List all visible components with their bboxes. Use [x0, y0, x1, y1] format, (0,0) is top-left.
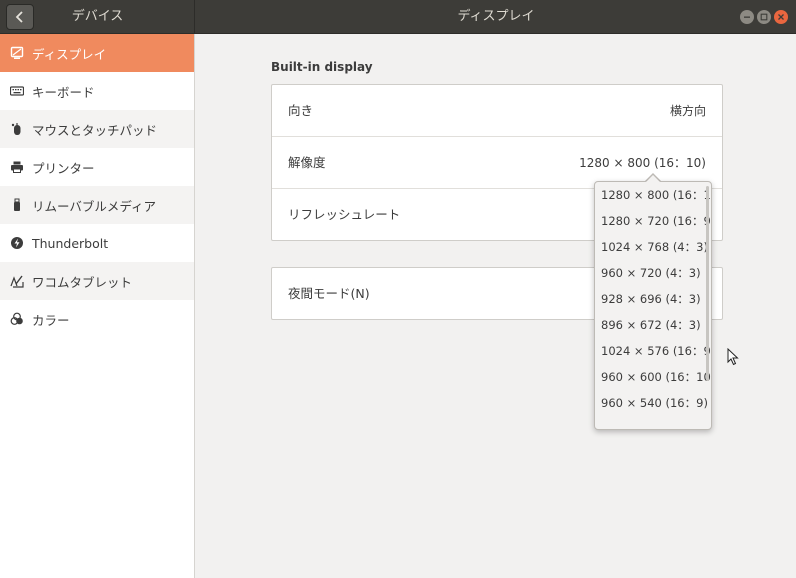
mouse-icon — [10, 122, 24, 136]
printer-icon — [10, 160, 24, 174]
maximize-button[interactable] — [757, 10, 771, 24]
resolution-option[interactable]: 896 × 672 (4：3) — [595, 312, 711, 338]
sidebar-item-label: プリンター — [32, 160, 95, 176]
back-button[interactable] — [6, 4, 34, 30]
mouse-pointer-icon — [727, 348, 739, 366]
menu-scrollbar[interactable] — [706, 186, 709, 381]
sidebar-item-label: ディスプレイ — [32, 46, 107, 62]
sidebar-item-thunderbolt[interactable]: Thunderbolt — [0, 224, 194, 262]
resolution-option[interactable]: 1024 × 768 (4：3) — [595, 234, 711, 260]
sidebar-item-label: リムーバブルメディア — [32, 198, 157, 214]
sidebar-item-label: ワコムタブレット — [32, 274, 133, 290]
sidebar-item-label: カラー — [32, 312, 70, 328]
resolution-option[interactable]: 1280 × 800 (16：10) — [595, 182, 711, 208]
refresh-rate-label: リフレッシュレート — [288, 207, 401, 222]
color-icon — [10, 312, 24, 326]
resolution-label: 解像度 — [288, 155, 326, 170]
sidebar: ディスプレイ キーボード マウスとタッチパッド プリンター リムーバブルメディア… — [0, 34, 195, 578]
orientation-label: 向き — [288, 103, 314, 118]
header-bar: デバイス ディスプレイ — [0, 0, 796, 34]
sidebar-item-removable-media[interactable]: リムーバブルメディア — [0, 186, 194, 224]
orientation-value: 横方向 — [669, 104, 706, 118]
resolution-option[interactable]: 960 × 600 (16：10) — [595, 364, 711, 390]
minimize-button[interactable] — [740, 10, 754, 24]
keyboard-icon — [10, 84, 24, 98]
resolution-option[interactable]: 1024 × 576 (16：9) — [595, 338, 711, 364]
tablet-icon — [10, 274, 24, 288]
thunderbolt-icon — [10, 236, 24, 250]
resolution-option[interactable]: 960 × 720 (4：3) — [595, 260, 711, 286]
display-icon — [10, 46, 24, 60]
sidebar-item-label: マウスとタッチパッド — [32, 122, 158, 138]
popover-arrow-fill — [646, 175, 660, 182]
sidebar-item-mouse-touchpad[interactable]: マウスとタッチパッド — [0, 110, 194, 148]
sidebar-item-keyboard[interactable]: キーボード — [0, 72, 194, 110]
resolution-option[interactable]: 1280 × 720 (16：9) — [595, 208, 711, 234]
sidebar-item-label: キーボード — [32, 84, 95, 100]
close-button[interactable] — [774, 10, 788, 24]
sidebar-item-printer[interactable]: プリンター — [0, 148, 194, 186]
resolution-option[interactable]: 928 × 696 (4：3) — [595, 286, 711, 312]
sidebar-item-label: Thunderbolt — [32, 235, 109, 251]
usb-icon — [10, 198, 24, 212]
resolution-menu: 1280 × 800 (16：10) 1280 × 720 (16：9) 102… — [594, 181, 712, 430]
window-title: ディスプレイ — [457, 9, 535, 24]
sidebar-item-wacom-tablet[interactable]: ワコムタブレット — [0, 262, 194, 300]
sidebar-header: デバイス — [0, 0, 195, 34]
night-mode-label: 夜間モード(N) — [288, 286, 370, 301]
sidebar-item-color[interactable]: カラー — [0, 300, 194, 338]
maximize-icon — [760, 13, 768, 21]
minimize-icon — [744, 16, 750, 18]
chevron-left-icon — [15, 11, 23, 23]
window-controls — [740, 10, 788, 24]
orientation-row[interactable]: 向き 横方向 — [272, 85, 722, 137]
section-title: Built-in display — [271, 60, 373, 74]
close-icon — [778, 14, 784, 20]
resolution-option[interactable]: 960 × 540 (16：9) — [595, 390, 711, 416]
sidebar-item-display[interactable]: ディスプレイ — [0, 34, 194, 72]
